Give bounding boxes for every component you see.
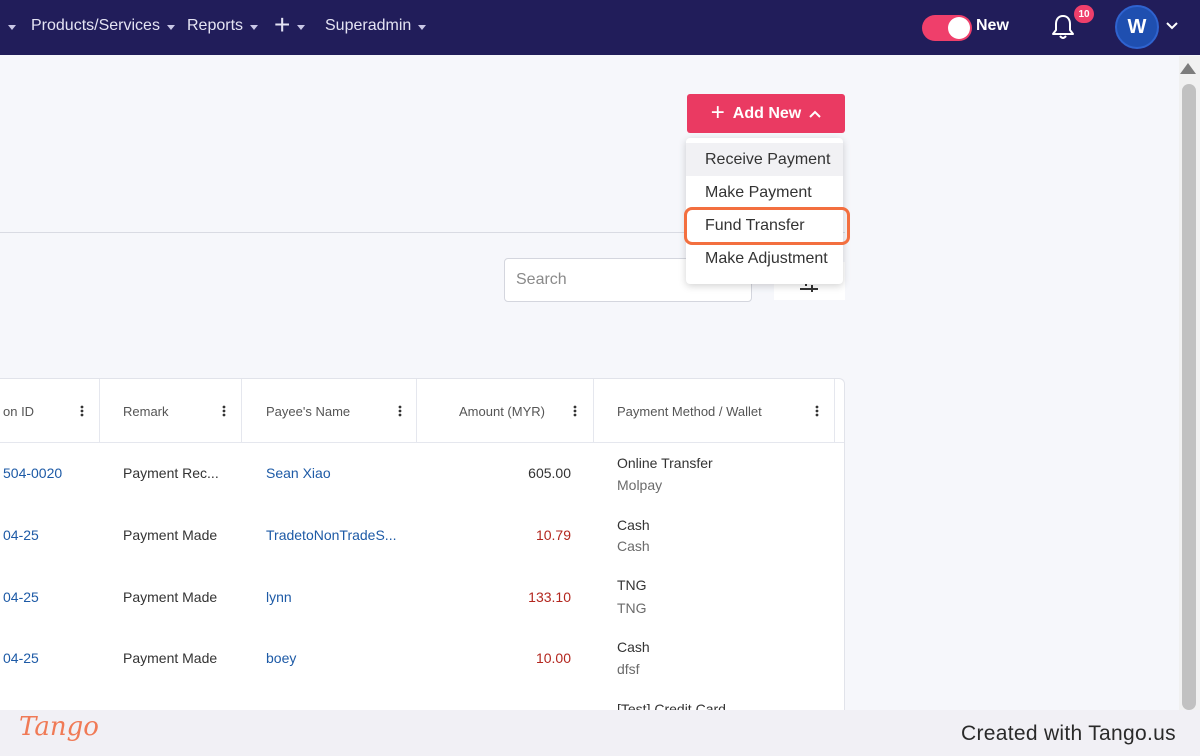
caret-down-icon [8, 24, 16, 30]
payee-link[interactable]: lynn [266, 589, 292, 605]
amount-cell: 10.00 [535, 650, 571, 666]
avatar[interactable]: W [1115, 5, 1159, 49]
nav-reports[interactable]: Reports [187, 0, 259, 52]
transactions-table: on ID Remark Payee's Name Amount (MYR) P… [0, 378, 845, 718]
wallet-cell: Cash [617, 538, 650, 554]
column-header-remark: Remark [100, 379, 242, 443]
add-new-label: Add New [732, 104, 802, 122]
menu-item-make-payment[interactable]: Make Payment [686, 176, 843, 209]
remark-cell: Payment Made [123, 589, 218, 605]
column-label: Remark [123, 403, 169, 419]
chevron-up-icon [809, 110, 821, 118]
transaction-id-link[interactable]: 04-25 [3, 589, 39, 605]
payee-link[interactable]: Sean Xiao [266, 465, 331, 481]
amount-cell: 10.79 [535, 527, 571, 543]
column-label: on ID [3, 403, 35, 419]
payment-method-cell: TNG [617, 577, 647, 593]
column-label: Payee's Name [266, 403, 351, 419]
bell-icon[interactable] [1050, 13, 1076, 41]
wallet-cell: TNG [617, 600, 647, 616]
scroll-up-arrow-icon[interactable] [1180, 63, 1196, 74]
payee-link[interactable]: TradetoNonTradeS... [266, 527, 396, 543]
remark-cell: Payment Made [123, 650, 218, 666]
nav-label: Superadmin [325, 17, 412, 34]
amount-cell: 133.10 [528, 589, 571, 605]
column-menu-icon[interactable] [573, 405, 577, 417]
payment-method-cell: Online Transfer [617, 455, 713, 471]
nav-quick-add[interactable]: + [274, 0, 306, 52]
remark-cell: Payment Rec... [123, 465, 219, 481]
column-header-amount: Amount (MYR) [417, 379, 594, 443]
nav-products-services[interactable]: Products/Services [31, 0, 175, 52]
transaction-id-link[interactable]: 04-25 [3, 650, 39, 666]
plus-icon: + [710, 98, 725, 126]
add-new-button[interactable]: + Add New [687, 94, 845, 133]
amount-cell: 605.00 [528, 465, 571, 481]
column-label: Amount (MYR) [459, 403, 545, 419]
add-new-menu: Receive Payment Make Payment Fund Transf… [686, 138, 843, 284]
column-menu-icon[interactable] [80, 405, 84, 417]
caret-down-icon [250, 24, 259, 30]
remark-cell: Payment Made [123, 527, 218, 543]
wallet-cell: Molpay [617, 477, 663, 493]
plus-icon: + [274, 9, 291, 40]
column-menu-icon[interactable] [398, 405, 402, 417]
new-ui-toggle[interactable] [922, 15, 972, 41]
nav-superadmin[interactable]: Superadmin [325, 0, 427, 52]
transaction-id-link[interactable]: 04-25 [3, 527, 39, 543]
scrollbar-thumb[interactable] [1182, 84, 1196, 710]
payment-method-cell: Cash [617, 639, 650, 655]
column-header-payment-method: Payment Method / Wallet [594, 379, 835, 443]
search-input[interactable] [505, 259, 705, 301]
top-navbar: Products/Services Reports + Superadmin N… [0, 0, 1200, 55]
payee-link[interactable]: boey [266, 650, 296, 666]
nav-collapsed-caret[interactable] [8, 0, 16, 52]
column-label: Payment Method / Wallet [617, 403, 762, 419]
nav-label: Reports [187, 17, 244, 34]
transaction-id-link[interactable]: 504-0020 [3, 465, 62, 481]
column-menu-icon[interactable] [815, 405, 819, 417]
nav-label: Products/Services [31, 17, 160, 34]
caret-down-icon [297, 24, 306, 30]
column-header-transaction-id: on ID [0, 379, 100, 443]
payment-method-cell: Cash [617, 517, 650, 533]
caret-down-icon [166, 24, 175, 30]
column-header-payee-name: Payee's Name [242, 379, 417, 443]
menu-item-receive-payment[interactable]: Receive Payment [686, 143, 843, 176]
tango-logo: Tango [19, 712, 99, 742]
caret-down-icon [418, 24, 427, 30]
toggle-knob [948, 17, 970, 39]
menu-item-fund-transfer[interactable]: Fund Transfer [686, 209, 843, 242]
toggle-label: New [976, 17, 1009, 34]
chevron-down-icon[interactable] [1165, 18, 1179, 32]
notification-badge: 10 [1074, 5, 1094, 23]
created-with-tango-text: Created with Tango.us [961, 722, 1176, 745]
menu-item-make-adjustment[interactable]: Make Adjustment [686, 242, 843, 275]
column-menu-icon[interactable] [222, 405, 226, 417]
wallet-cell: dfsf [617, 661, 640, 677]
table-header: on ID Remark Payee's Name Amount (MYR) P… [0, 379, 844, 443]
